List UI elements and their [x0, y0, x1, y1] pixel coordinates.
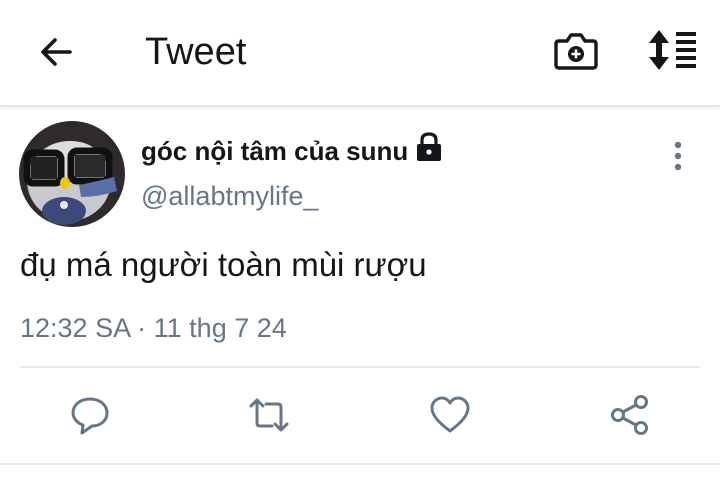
user-handle[interactable]: @allabtmylife_ — [141, 179, 318, 213]
tweet-timestamp: 12:32 SA · 11 thg 7 24 — [20, 310, 287, 346]
more-vertical-icon[interactable] — [665, 138, 691, 174]
display-name[interactable]: góc nội tâm của sunu — [141, 135, 408, 167]
divider — [20, 366, 700, 368]
page-title: Tweet — [145, 31, 247, 73]
reply-icon[interactable] — [68, 393, 112, 437]
retweet-icon[interactable] — [247, 393, 291, 437]
back-arrow-icon[interactable] — [34, 30, 78, 74]
meta-separator: · — [137, 313, 147, 343]
heart-icon[interactable] — [428, 393, 472, 437]
top-app-bar: Tweet — [0, 0, 720, 107]
tweet-time: 12:32 SA — [20, 313, 130, 343]
bottom-divider — [0, 463, 720, 465]
avatar-image — [19, 121, 125, 227]
avatar[interactable] — [19, 121, 125, 227]
camera-plus-icon[interactable] — [553, 29, 599, 73]
tweet-date: 11 thg 7 24 — [153, 313, 287, 343]
share-icon[interactable] — [608, 393, 652, 437]
lock-icon — [417, 132, 441, 161]
tweet-text: đụ má người toàn mùi rượu — [20, 246, 427, 283]
sort-icon[interactable] — [645, 28, 697, 72]
